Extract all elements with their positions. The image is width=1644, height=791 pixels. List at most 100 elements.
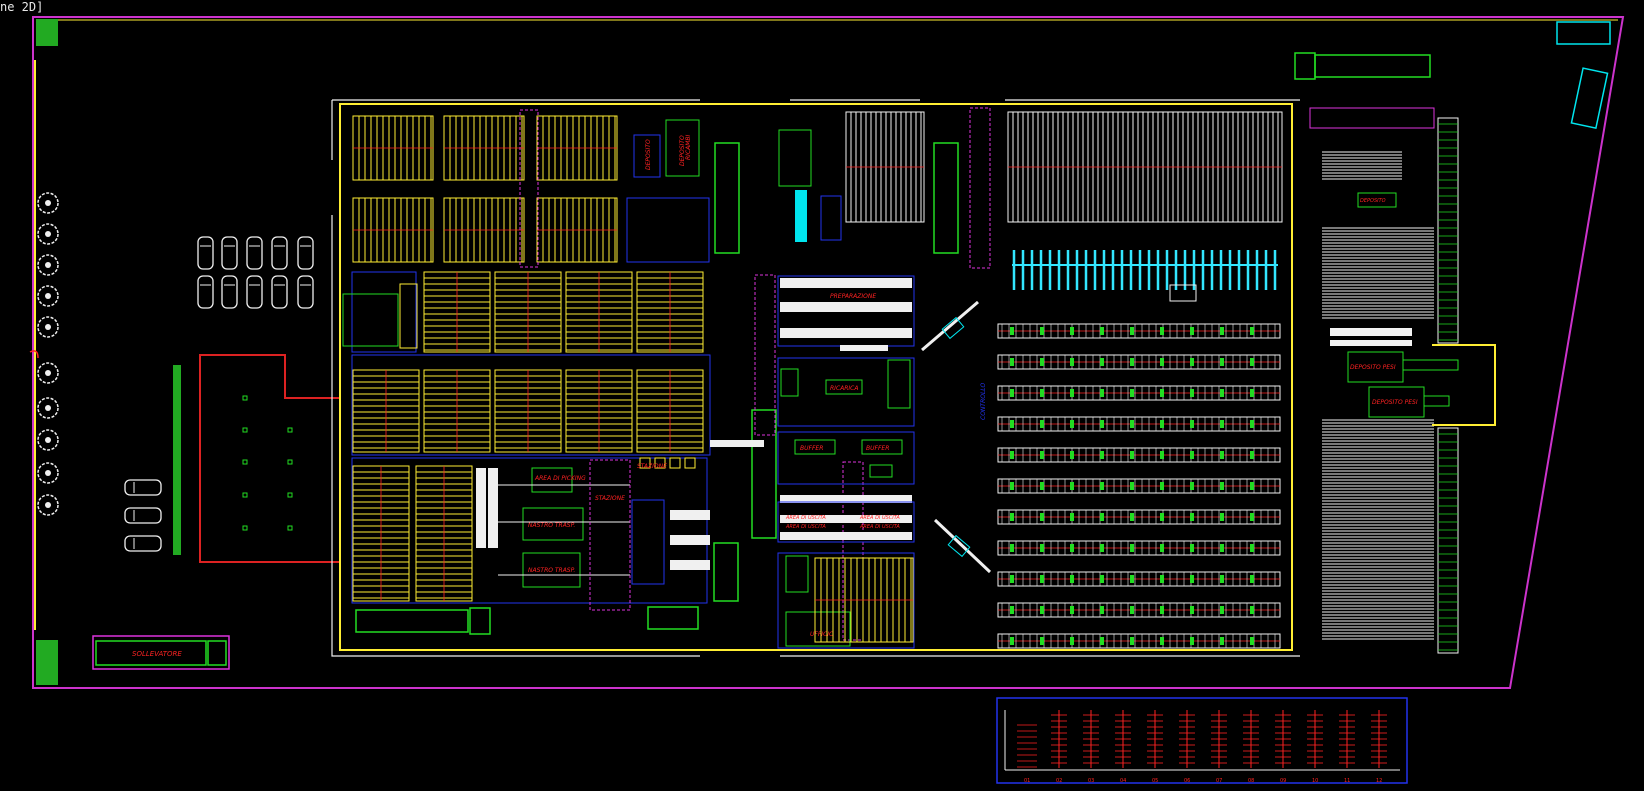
rack-row-marker — [1130, 544, 1134, 552]
rack-block — [494, 369, 562, 453]
tree-trunk — [45, 405, 51, 411]
dock-bar — [1330, 328, 1412, 336]
tree-trunk — [45, 200, 51, 206]
legend-label: 08 — [1248, 778, 1254, 784]
building-outer-left — [331, 99, 1300, 657]
rack-row — [997, 385, 1281, 401]
legend-column: 07 — [1211, 710, 1227, 784]
rack-row-marker — [1100, 389, 1104, 397]
legend-column: 06 — [1179, 710, 1195, 784]
rack-row-marker — [1040, 451, 1044, 459]
rack-block — [636, 271, 704, 353]
quality-label: CONTROLLO — [980, 383, 987, 420]
rack-row-marker — [1100, 544, 1104, 552]
yellow-rack-middle — [814, 557, 914, 643]
rack-row-marker — [1190, 513, 1194, 521]
car-body — [246, 236, 263, 270]
rack-row-marker — [1160, 389, 1164, 397]
rack-row-marker — [1040, 327, 1044, 335]
car-icon — [221, 275, 238, 309]
column-dot — [242, 492, 248, 498]
rack-row-marker — [1070, 575, 1074, 583]
cad-drawing-canvas[interactable]: SOLLEVATORE DEPOSITO DEPOSITO AREA DI PI… — [0, 0, 1644, 791]
rack-block — [352, 369, 420, 453]
column-dot — [287, 427, 293, 433]
rack-row-marker — [1010, 358, 1014, 366]
legend-label: 07 — [1216, 778, 1222, 784]
rack-row-marker — [1100, 637, 1104, 645]
truck-body — [355, 609, 469, 633]
tree-icon — [37, 462, 59, 484]
rack-row-marker — [1010, 451, 1014, 459]
rack-row-marker — [1100, 420, 1104, 428]
rack-row-marker — [1190, 544, 1194, 552]
rack-row-marker — [1040, 513, 1044, 521]
truck-icon — [207, 640, 227, 666]
rack-block — [352, 465, 410, 602]
car-icon — [124, 479, 162, 496]
production-area — [476, 457, 710, 611]
rack-row-marker — [1160, 544, 1164, 552]
car-body — [124, 507, 162, 524]
rack-row-marker — [1130, 389, 1134, 397]
rack-row-marker — [1130, 420, 1134, 428]
rack-block — [443, 197, 525, 263]
column-dot — [242, 525, 248, 531]
rack-row-marker — [1160, 420, 1164, 428]
truck-icon — [1294, 52, 1316, 80]
rack-row-marker — [1070, 606, 1074, 614]
rack-row-marker — [1160, 513, 1164, 521]
rack-block — [494, 271, 562, 353]
rack-row-marker — [1250, 389, 1254, 397]
rack-rows-right — [997, 323, 1281, 649]
rack-row-marker — [1220, 513, 1224, 521]
tree-trunk — [45, 324, 51, 330]
rack-row-marker — [1070, 513, 1074, 521]
rack-row-marker — [1190, 358, 1194, 366]
equipment-rack-mini — [399, 283, 418, 349]
depot2-label: DEPOSITO PESI — [1372, 399, 1418, 406]
rack-block — [814, 557, 914, 643]
truck-icon — [714, 142, 740, 254]
rack-row-marker — [1190, 327, 1194, 335]
car-body — [124, 535, 162, 552]
tree-trunk — [45, 262, 51, 268]
rack-row-marker — [1250, 575, 1254, 583]
rack-row-marker — [1040, 482, 1044, 490]
cyan-rack-row — [1012, 250, 1278, 290]
rack-row-marker — [1070, 482, 1074, 490]
rack-row-marker — [1190, 482, 1194, 490]
rack-row-marker — [1220, 482, 1224, 490]
cyan-box — [1556, 21, 1611, 45]
rack-block — [565, 271, 633, 353]
area-out4-label: AREA DI USCITA — [859, 524, 900, 530]
rack-row-marker — [1010, 575, 1014, 583]
legend-column: 01 — [1017, 724, 1037, 784]
rack-block — [536, 197, 618, 263]
column-dot — [287, 492, 293, 498]
rack-row — [997, 571, 1281, 587]
rack-row-marker — [1130, 482, 1134, 490]
rack-row-marker — [1220, 327, 1224, 335]
rack-row-marker — [1250, 606, 1254, 614]
car-icon — [124, 535, 162, 552]
legend-column: 05 — [1147, 710, 1163, 784]
rack-block — [1007, 111, 1283, 223]
station1-label: STAZIONE — [637, 463, 667, 470]
forklift-body — [947, 534, 971, 558]
car-icon — [246, 275, 263, 309]
rack-row-marker — [1010, 389, 1014, 397]
truck-icon — [469, 607, 491, 635]
depot3-label: DEPOSITO — [1360, 198, 1386, 204]
truck-icon — [713, 542, 739, 602]
truck-body — [1314, 54, 1431, 78]
rack-row-marker — [1250, 513, 1254, 521]
rack-row — [997, 447, 1281, 463]
dock-door-column — [1437, 427, 1459, 654]
picking-label: AREA DI PICKING — [534, 475, 586, 482]
legend-column: 08 — [1243, 710, 1259, 784]
legend-column: 09 — [1275, 710, 1291, 784]
rack-row-marker — [1100, 482, 1104, 490]
rack-row-marker — [1040, 389, 1044, 397]
rack-row-marker — [1220, 544, 1224, 552]
